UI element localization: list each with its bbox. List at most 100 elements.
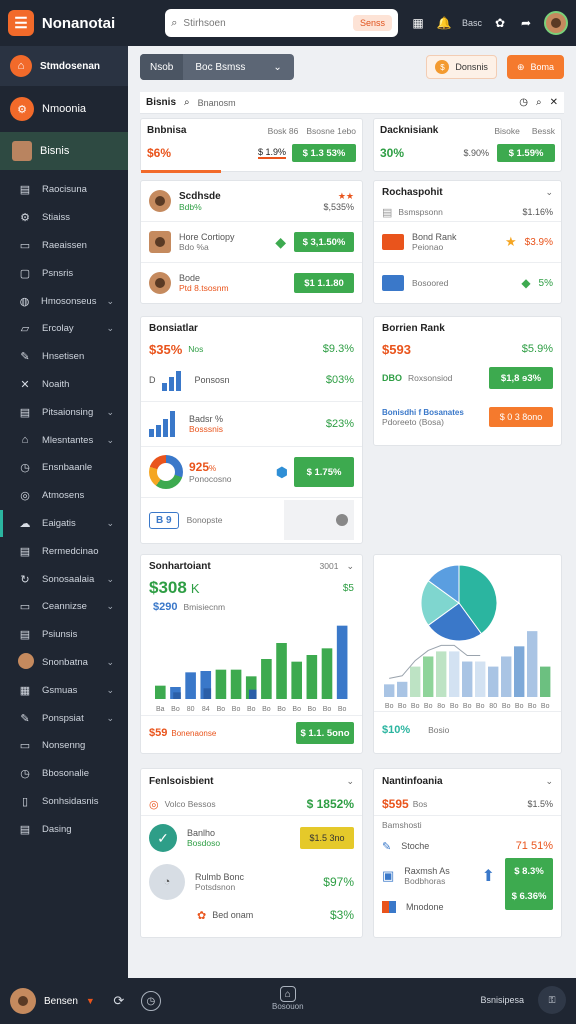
chevron-down-icon[interactable]: ⌄	[106, 518, 114, 529]
card-icon: ▭	[19, 239, 31, 252]
sidebar-item[interactable]: ▤ Psiunsis	[0, 621, 128, 649]
bottom-center[interactable]: ⌂ Bosouon	[272, 986, 304, 1011]
sidebar-item[interactable]: ▭ Ceannizse ⌄	[0, 593, 128, 621]
chevron-down-icon[interactable]: ⌄	[106, 323, 114, 334]
chevron-down-icon[interactable]: ⌄	[106, 574, 114, 585]
view-selector-b[interactable]: Boc Bsmss	[195, 62, 245, 73]
avatar[interactable]	[544, 11, 568, 35]
sidebar-item-active[interactable]: Bisnis	[0, 132, 128, 170]
chevron-down-icon[interactable]: ⌄	[106, 713, 114, 724]
view-selector-a[interactable]: Nsob	[140, 54, 184, 80]
sidebar-header[interactable]: ⌂ Stmdosenan	[0, 46, 128, 86]
kpi-badge[interactable]: $ 1.3 53%	[292, 144, 356, 162]
toolbar: Nsob Boc Bsmss ⌄ $ Donsnis ⊕ Boma	[140, 54, 564, 80]
clock-icon[interactable]: ◷	[140, 991, 161, 1011]
sidebar-header-label: Stmdosenan	[40, 60, 101, 72]
chevron-down-icon[interactable]: ⌄	[346, 776, 354, 787]
bar-chart: Ba Bo 80 84 Bo Bo Bo Bo Bo Bo Bo Bo Bo	[155, 625, 348, 713]
avatar	[149, 190, 171, 212]
bottom-right-label[interactable]: Bsnisipesa	[480, 995, 524, 1005]
kpi-card-2[interactable]: Dacknisiank Bisoke Bessk 30% $.90% $ 1.59%	[373, 118, 562, 172]
grid-icon[interactable]: ▦	[410, 15, 426, 31]
chevron-down-icon[interactable]: ⌄	[106, 296, 114, 307]
action-button[interactable]: $ 0 3 8ono	[489, 407, 553, 427]
row-title: Rulmb Bonc	[195, 872, 245, 882]
clock-icon[interactable]: ◷	[519, 97, 528, 108]
sidebar-item[interactable]: ✎ Hnsetisen	[0, 343, 128, 371]
filter-search-input[interactable]: Bnanosm	[198, 98, 512, 108]
sidebar-item[interactable]: ▤ Raocisuna	[0, 176, 128, 204]
sidebar-item[interactable]: ✕ Noaith	[0, 371, 128, 399]
close-icon[interactable]: ✕	[550, 97, 558, 108]
primary-button[interactable]: ⊕ Boma	[506, 55, 564, 79]
chevron-down-icon[interactable]: ⌄	[346, 561, 354, 572]
search-input[interactable]: Stirhsoen	[183, 18, 347, 29]
chevron-down-icon[interactable]: ⌄	[545, 776, 553, 787]
app-logo[interactable]: ☰	[8, 10, 34, 36]
chevron-down-icon[interactable]: ⌄	[106, 407, 114, 418]
row-badge[interactable]: $ 8.3%	[514, 866, 544, 877]
row-value: $03%	[325, 374, 354, 386]
tool-icon: ✎	[382, 840, 392, 853]
sidebar-item[interactable]: ↻ Sonosaalaia ⌄	[0, 565, 128, 593]
sidebar-item[interactable]: ◍ Hmosonseus ⌄	[0, 287, 128, 315]
chart-foot-button[interactable]: $ 1.1. 5ono	[296, 722, 354, 744]
combo-chart: Bo Bo Bo Bo 8o Bo Bo Bo 80 Bo Bo Bo Bo	[384, 564, 551, 710]
network-icon[interactable]: ⚿	[538, 986, 566, 1014]
row-badge-2[interactable]: $ 6.36%	[512, 891, 547, 902]
sidebar-item[interactable]: ▯ Sonhsidasnis	[0, 788, 128, 816]
sidebar-item[interactable]: ☁ Eaigatis ⌄	[0, 509, 128, 538]
sidebar-item[interactable]: ▱ Ercolay ⌄	[0, 315, 128, 343]
sidebar-item[interactable]: ⌂ Mlesntantes ⌄	[0, 426, 128, 454]
person-badge[interactable]: $1 1.1.80	[294, 273, 354, 293]
search-button[interactable]: Senss	[352, 15, 392, 31]
kpi-badge[interactable]: $ 1.59%	[497, 144, 555, 162]
chevron-down-icon[interactable]: ⌄	[545, 187, 553, 198]
sidebar-item[interactable]: ▤ Pitsaionsing ⌄	[0, 398, 128, 426]
sidebar-item[interactable]: ◷ Bbosonalie	[0, 760, 128, 788]
tag-badge[interactable]: B 9	[149, 511, 179, 529]
search-icon[interactable]: ⌕	[536, 97, 542, 108]
chart-period[interactable]: 3001	[320, 561, 339, 571]
chevron-down-icon[interactable]: ⌄	[106, 435, 114, 446]
sidebar-item[interactable]: Snonbatna ⌄	[0, 649, 128, 677]
sidebar-section[interactable]: ⚙ Nmoonia	[0, 86, 128, 132]
row-badge[interactable]: $1,8 ɘ3%	[489, 367, 553, 389]
secondary-button[interactable]: $ Donsnis	[426, 55, 497, 79]
sidebar-item[interactable]: ◷ Ensnbaanle	[0, 454, 128, 482]
sidebar-item[interactable]: ▦ Gsmuas ⌄	[0, 676, 128, 704]
sidebar-item[interactable]: ▤ Dasing	[0, 815, 128, 843]
search-box[interactable]: ⌕ Stirhsoen Senss	[165, 9, 398, 37]
x-tick-label: Bo	[217, 706, 226, 713]
search-icon[interactable]: ⌕	[184, 97, 190, 108]
chevron-down-icon[interactable]: ▼	[86, 996, 95, 1006]
cloud-icon: ☁	[19, 517, 31, 530]
view-selector[interactable]: Nsob Boc Bsmss ⌄	[140, 54, 294, 80]
user-name[interactable]: Bensen	[44, 996, 78, 1007]
toggle-button[interactable]	[284, 500, 354, 540]
chevron-down-icon[interactable]: ⌄	[106, 685, 114, 696]
tools-icon: ✕	[20, 378, 30, 391]
refresh-icon[interactable]: ⟳	[109, 991, 129, 1011]
sidebar-item[interactable]: ▤ Rermedcinao	[0, 537, 128, 565]
bell-icon[interactable]: 🔔	[436, 15, 452, 31]
sidebar-item[interactable]: ⚙ Stiaiss	[0, 204, 128, 232]
sidebar-item[interactable]: ▢ Psnsris	[0, 259, 128, 287]
kpi-card-1[interactable]: Bnbnisa Bosk 86 Bsosne 1ebo $6% $ 1.9% $ 1.3…	[140, 118, 363, 173]
sidebar-item-label: Hnsetisen	[42, 351, 85, 363]
brand-icon	[382, 234, 404, 250]
chevron-down-icon[interactable]: ⌄	[106, 657, 114, 668]
sidebar-item[interactable]: ◎ Atmosens	[0, 482, 128, 510]
chevron-down-icon[interactable]: ⌄	[106, 601, 114, 612]
row-button[interactable]: $1.5 3no	[300, 827, 354, 849]
kpi-title: Bnbnisa	[147, 125, 187, 136]
sidebar-item[interactable]: ▭ Nonsenng	[0, 732, 128, 760]
sidebar-item[interactable]: ✎ Ponspsiat ⌄	[0, 704, 128, 732]
sidebar-item[interactable]: ▭ Raeaissen	[0, 232, 128, 260]
share-icon[interactable]: ➦	[518, 15, 534, 31]
avatar[interactable]	[10, 988, 36, 1014]
person-badge[interactable]: $ 3,1.50%	[294, 232, 354, 252]
row-badge[interactable]: $ 1.75%	[294, 457, 354, 487]
settings-icon[interactable]: ✿	[492, 15, 508, 31]
bar-mini-icon	[149, 411, 175, 437]
